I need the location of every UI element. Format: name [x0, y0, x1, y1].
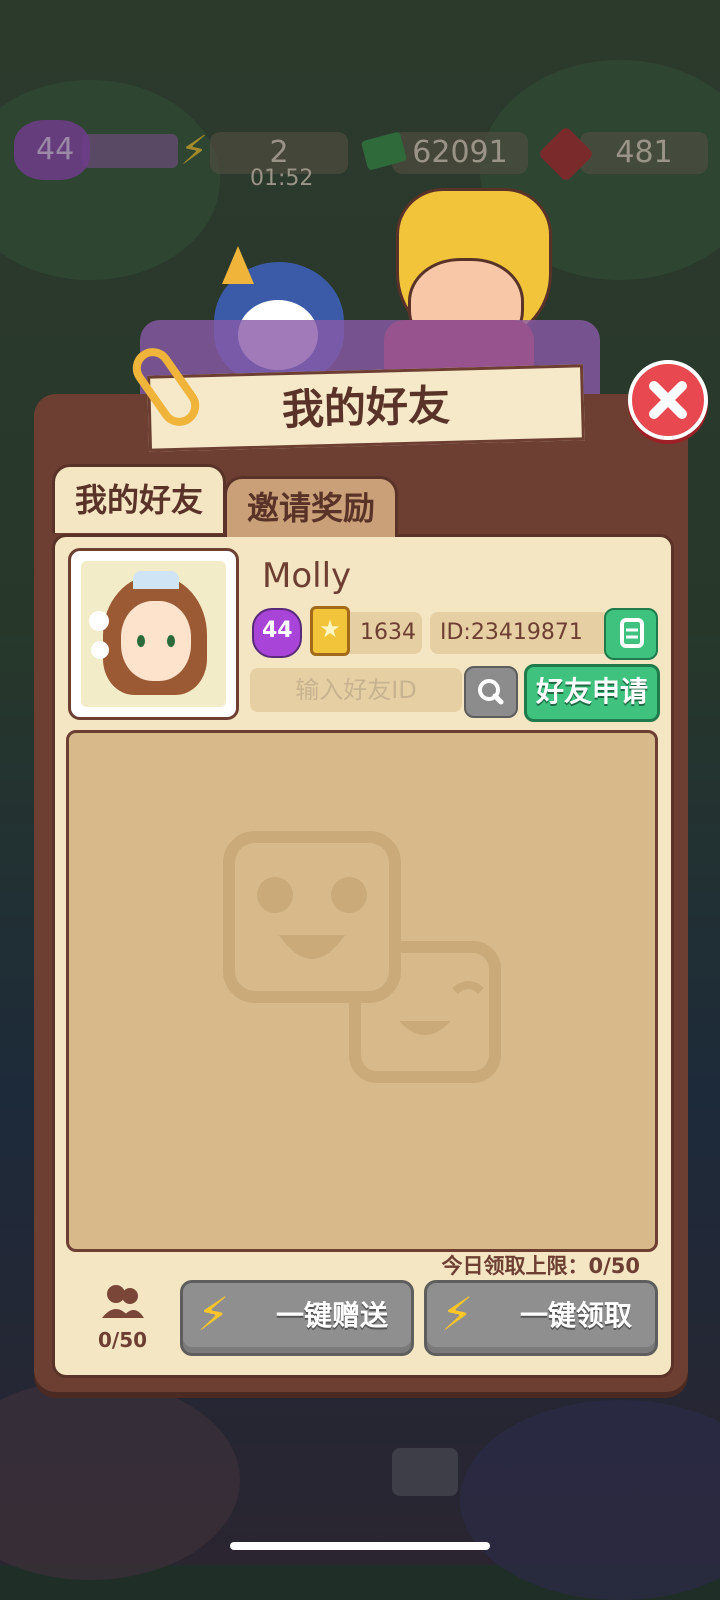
friend-id-input[interactable]: 输入好友ID [250, 668, 462, 712]
tab-invite-rewards-label: 邀请奖励 [246, 489, 375, 527]
close-icon [649, 381, 687, 419]
tiara-icon [133, 571, 179, 589]
avatar[interactable] [68, 548, 239, 720]
lightning-icon: ⚡ [441, 1287, 474, 1341]
friend-list[interactable] [66, 730, 658, 1252]
daily-claim-limit: 今日领取上限：0/50 [441, 1254, 640, 1278]
gem-value: 481 [615, 135, 673, 170]
party-hat [222, 246, 254, 284]
energy-value: 2 [269, 135, 289, 170]
lightning-icon: ⚡ [180, 128, 209, 174]
empty-state-icon [223, 831, 501, 1083]
friend-request-label: 好友申请 [535, 675, 648, 708]
player-name: Molly [262, 556, 352, 596]
tab-my-friends-label: 我的好友 [74, 481, 203, 519]
close-button[interactable] [628, 360, 708, 440]
friends-icon [102, 1285, 144, 1318]
tab-my-friends[interactable]: 我的好友 [52, 464, 226, 533]
energy-timer: 01:52 [250, 166, 314, 191]
cash-counter[interactable]: 62091 [360, 131, 532, 182]
player-id: ID:23419871 [440, 620, 583, 645]
level-badge[interactable]: 44 [10, 120, 180, 180]
friend-count-group: 0/50 [90, 1282, 152, 1354]
tab-invite-rewards[interactable]: 邀请奖励 [224, 476, 398, 537]
cash-value: 62091 [412, 135, 508, 170]
lightning-icon: ⚡ [197, 1287, 230, 1341]
avatar-portrait [81, 561, 226, 707]
level-value: 44 [36, 132, 75, 167]
copy-id-button[interactable] [604, 608, 658, 660]
player-level-value: 44 [262, 618, 293, 643]
claim-all-button[interactable]: ⚡ 一键领取 [424, 1280, 658, 1356]
home-indicator[interactable] [230, 1542, 490, 1550]
friend-request-button[interactable]: 好友申请 [524, 664, 660, 722]
search-icon [478, 679, 504, 705]
friend-id-placeholder: 输入好友ID [295, 676, 417, 704]
send-all-label: 一键赠送 [275, 1299, 388, 1332]
gem-counter[interactable]: 481 [537, 125, 710, 183]
dialog-title: 我的好友 [147, 364, 585, 452]
player-level-badge: 44 [252, 608, 304, 658]
send-all-button[interactable]: ⚡ 一键赠送 [180, 1280, 414, 1356]
copy-icon [620, 618, 644, 648]
friend-count: 0/50 [98, 1328, 148, 1352]
claim-all-label: 一键领取 [519, 1299, 632, 1332]
search-button[interactable] [464, 666, 518, 718]
star-clipboard-icon: ★ [310, 606, 350, 656]
energy-counter[interactable]: 2 ⚡ 01:52 [180, 128, 350, 192]
star-count: 1634 [360, 620, 416, 645]
camera-prop [392, 1448, 458, 1496]
player-id-box: ID:23419871 [430, 612, 610, 654]
